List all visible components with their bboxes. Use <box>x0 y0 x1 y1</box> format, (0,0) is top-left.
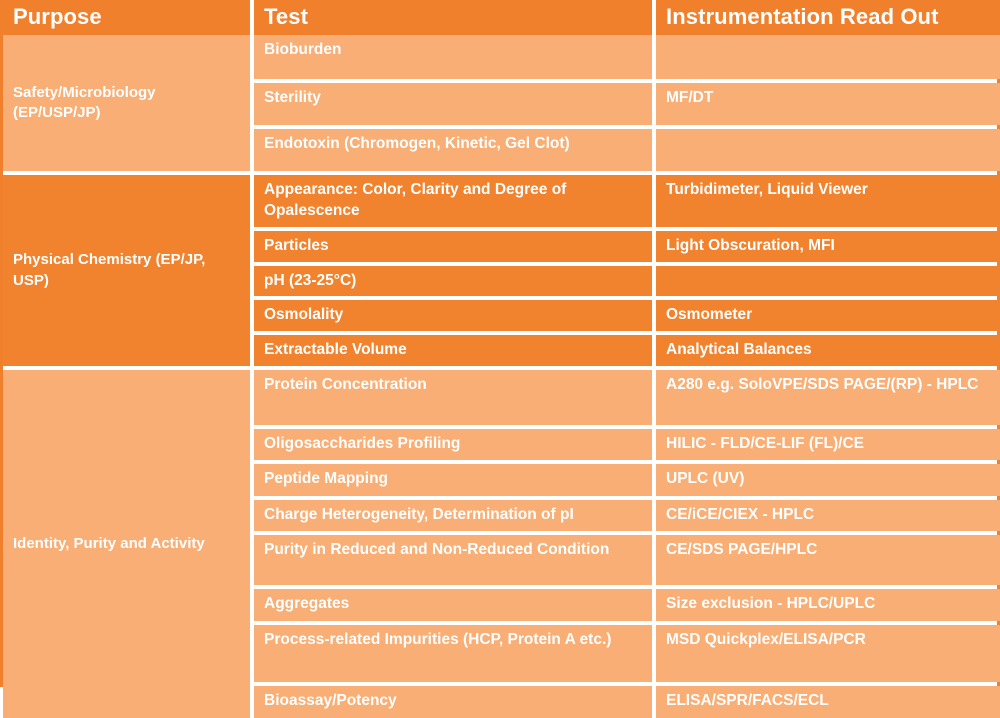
readout-cell: MF/DT <box>656 83 1000 125</box>
test-cell: Sterility <box>254 83 652 125</box>
section-rows: Protein Concentration A280 e.g. SoloVPE/… <box>254 370 1000 718</box>
purpose-cell: Safety/Microbiology (EP/USP/JP) <box>3 35 250 171</box>
readout-cell <box>656 265 1000 297</box>
analytical-test-panel-table: Purpose Test Instrumentation Read Out Sa… <box>0 0 1000 718</box>
readout-cell: MSD Quickplex/ELISA/PCR <box>656 624 1000 683</box>
purpose-cell: Identity, Purity and Activity <box>3 370 250 718</box>
table-row: Peptide Mapping UPLC (UV) <box>254 464 1000 496</box>
test-cell: Bioburden <box>254 35 652 79</box>
table-row: Purity in Reduced and Non-Reduced Condit… <box>254 535 1000 586</box>
table-row: Bioburden <box>254 35 1000 79</box>
table-row: Sterility MF/DT <box>254 83 1000 125</box>
table-row: Protein Concentration A280 e.g. SoloVPE/… <box>254 370 1000 425</box>
test-cell: Process-related Impurities (HCP, Protein… <box>254 624 652 683</box>
table-row: Extractable Volume Analytical Balances <box>254 335 1000 367</box>
table-row: Process-related Impurities (HCP, Protein… <box>254 624 1000 683</box>
table-row: Bioassay/Potency ELISA/SPR/FACS/ECL <box>254 686 1000 718</box>
test-cell: Osmolality <box>254 300 652 332</box>
section-rows: Bioburden Sterility MF/DT Endotoxin (Chr… <box>254 35 1000 171</box>
test-cell: Purity in Reduced and Non-Reduced Condit… <box>254 535 652 586</box>
test-cell: Extractable Volume <box>254 335 652 367</box>
test-cell: Peptide Mapping <box>254 464 652 496</box>
table-row: Endotoxin (Chromogen, Kinetic, Gel Clot) <box>254 129 1000 171</box>
readout-cell: CE/iCE/CIEX - HPLC <box>656 499 1000 532</box>
test-cell: Protein Concentration <box>254 370 652 425</box>
test-cell: Bioassay/Potency <box>254 686 652 718</box>
readout-cell: Osmometer <box>656 300 1000 332</box>
test-cell: pH (23-25°C) <box>254 265 652 297</box>
table-row: Osmolality Osmometer <box>254 300 1000 332</box>
column-header-purpose: Purpose <box>3 0 250 35</box>
readout-cell: ELISA/SPR/FACS/ECL <box>656 686 1000 718</box>
test-cell: Oligosaccharides Profiling <box>254 428 652 461</box>
readout-cell <box>656 35 1000 79</box>
test-cell: Aggregates <box>254 589 652 621</box>
table-row: Oligosaccharides Profiling HILIC - FLD/C… <box>254 428 1000 461</box>
readout-cell: Light Obscuration, MFI <box>656 230 1000 262</box>
column-header-readout: Instrumentation Read Out <box>656 0 1000 35</box>
table-row: Appearance: Color, Clarity and Degree of… <box>254 175 1000 227</box>
readout-cell: Turbidimeter, Liquid Viewer <box>656 175 1000 227</box>
test-cell: Appearance: Color, Clarity and Degree of… <box>254 175 652 227</box>
readout-cell: CE/SDS PAGE/HPLC <box>656 535 1000 586</box>
readout-cell: Analytical Balances <box>656 335 1000 367</box>
test-cell: Charge Heterogeneity, Determination of p… <box>254 499 652 532</box>
readout-cell <box>656 129 1000 171</box>
table-row: Particles Light Obscuration, MFI <box>254 230 1000 262</box>
table-row: pH (23-25°C) <box>254 265 1000 297</box>
readout-cell: HILIC - FLD/CE-LIF (FL)/CE <box>656 428 1000 461</box>
test-cell: Endotoxin (Chromogen, Kinetic, Gel Clot) <box>254 129 652 171</box>
test-cell: Particles <box>254 230 652 262</box>
readout-cell: UPLC (UV) <box>656 464 1000 496</box>
section-rows: Appearance: Color, Clarity and Degree of… <box>254 175 1000 367</box>
table-section-identity-purity-activity: Identity, Purity and Activity Protein Co… <box>3 370 1000 718</box>
table-section-physical-chemistry: Physical Chemistry (EP/JP, USP) Appearan… <box>3 175 1000 367</box>
table-row: Charge Heterogeneity, Determination of p… <box>254 499 1000 532</box>
table-row: Aggregates Size exclusion - HPLC/UPLC <box>254 589 1000 621</box>
column-header-test: Test <box>254 0 652 35</box>
purpose-cell: Physical Chemistry (EP/JP, USP) <box>3 175 250 366</box>
readout-cell: A280 e.g. SoloVPE/SDS PAGE/(RP) - HPLC <box>656 370 1000 425</box>
table-header-row: Purpose Test Instrumentation Read Out <box>3 0 1000 35</box>
readout-cell: Size exclusion - HPLC/UPLC <box>656 589 1000 621</box>
table-section-safety-microbiology: Safety/Microbiology (EP/USP/JP) Bioburde… <box>3 35 1000 171</box>
